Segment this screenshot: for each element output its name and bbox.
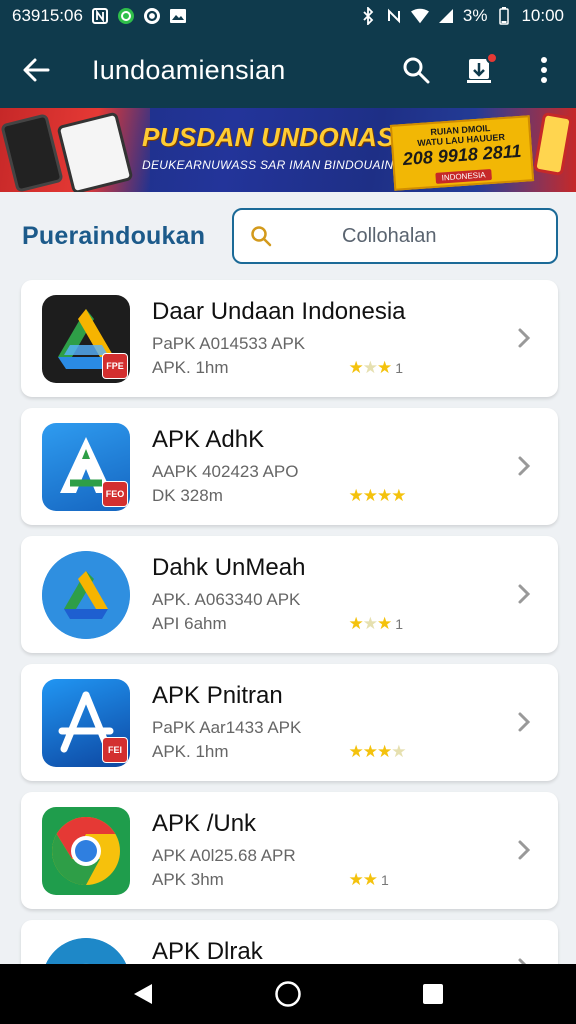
- a-blue-icon: FEO: [42, 422, 130, 511]
- cell-signal-icon: [437, 7, 455, 25]
- status-time-right: 10:00: [521, 6, 564, 25]
- app-size: APK. 1hm: [152, 741, 229, 761]
- rating-extra: 1: [395, 615, 403, 632]
- star-rating: ★★★ 1: [348, 357, 403, 378]
- chevron-right-icon[interactable]: [504, 318, 544, 358]
- drive-dark-icon: FPE: [42, 294, 130, 383]
- star-icon: ★: [376, 741, 392, 761]
- notification-dot: [486, 52, 498, 64]
- app-card[interactable]: Dahk UnMeah APK. A063340 APK API 6ahm ★★…: [21, 536, 558, 653]
- search-field-icon: [234, 210, 288, 262]
- package-badge: FPE: [102, 352, 128, 379]
- star-icon: ★: [391, 485, 406, 505]
- star-icon: ★: [348, 485, 363, 505]
- page-title: Iundoamiensian: [92, 54, 286, 85]
- star-icon: ★: [376, 485, 392, 505]
- package-badge: FEI: [102, 736, 128, 763]
- overflow-menu-button[interactable]: [512, 32, 576, 108]
- system-nav-bar: [0, 964, 576, 1024]
- star-icon: ★: [362, 741, 378, 761]
- app-bar: Iundoamiensian: [0, 32, 576, 108]
- triangle-back-icon: [133, 984, 152, 1004]
- star-rating: ★★★★: [348, 741, 406, 762]
- notification-chat-icon: [117, 7, 135, 25]
- search-box[interactable]: [232, 208, 558, 264]
- app-size: API 6ahm: [152, 613, 227, 633]
- app-name: Dahk UnMeah: [152, 553, 306, 581]
- app-package: APK. A063340 APK: [152, 589, 301, 609]
- star-icon: ★: [376, 613, 392, 633]
- app-size: APK. 1hm: [152, 357, 229, 377]
- app-name: Daar Undaan Indonesia: [152, 297, 406, 325]
- chrome-icon: [42, 806, 130, 895]
- notification-n-icon: [91, 7, 109, 25]
- star-icon: ★: [348, 613, 363, 633]
- app-size: DK 328m: [152, 485, 223, 505]
- wifi-signal-icon: [410, 7, 429, 25]
- star-rating: ★★★ 1: [348, 613, 403, 634]
- nfc-icon: [385, 7, 403, 25]
- notification-sync-icon: [143, 7, 161, 25]
- square-recents-icon: [423, 984, 444, 1004]
- promo-banner[interactable]: PUSDAN UNDONASIA DEUKEARNUWASS SAR IMAN …: [0, 108, 576, 192]
- status-time-left: 63915:06: [12, 6, 83, 25]
- app-card[interactable]: FPE Daar Undaan Indonesia PaPK A014533 A…: [21, 280, 558, 397]
- chevron-right-icon[interactable]: [504, 702, 544, 742]
- star-empty-icon: ★: [391, 741, 406, 761]
- app-name: APK Dlrak: [152, 938, 263, 965]
- chevron-right-icon[interactable]: [504, 446, 544, 486]
- rating-extra: 1: [380, 871, 389, 888]
- banner-subtitle: DEUKEARNUWASS SAR IMAN BINDOUAINI: [142, 158, 398, 172]
- app-package: PaPK Aar1433 APK: [152, 717, 302, 737]
- app-package: APK A0l25.68 APR: [152, 845, 296, 865]
- search-input[interactable]: [288, 224, 518, 248]
- app-card[interactable]: FEO APK AdhK AAPK 402423 APO DK 328m ★★★…: [21, 408, 558, 525]
- app-card[interactable]: APK /Unk APK A0l25.68 APR APK 3hm ★★ 1: [21, 792, 558, 909]
- battery-percent: 3%: [462, 6, 488, 25]
- banner-title: PUSDAN UNDONASIA: [142, 122, 422, 152]
- more-vert-icon: [541, 57, 547, 83]
- star-icon: ★: [348, 357, 363, 377]
- back-button[interactable]: [0, 32, 72, 108]
- rating-extra: 1: [395, 359, 403, 376]
- chevron-right-icon[interactable]: [504, 574, 544, 614]
- arrow-back-icon: [23, 58, 50, 82]
- nav-home-button[interactable]: [258, 964, 318, 1024]
- search-icon: [403, 57, 430, 84]
- bluetooth-icon: [359, 7, 377, 25]
- app-card[interactable]: FEI APK Pnitran PaPK Aar1433 APK APK. 1h…: [21, 664, 558, 781]
- app-size: APK 3hm: [152, 869, 224, 889]
- circle-home-icon: [275, 981, 301, 1007]
- app-name: APK Pnitran: [152, 681, 283, 709]
- chevron-right-icon[interactable]: [504, 830, 544, 870]
- star-icon: ★: [376, 357, 392, 377]
- drive-circle-icon: [42, 550, 130, 639]
- app-name: APK /Unk: [152, 809, 257, 837]
- app-list: FPE Daar Undaan Indonesia PaPK A014533 A…: [21, 280, 558, 1024]
- badge-tag: INDONESIA: [435, 169, 492, 184]
- star-icon: ★: [348, 741, 363, 761]
- star-icon: ★: [348, 869, 363, 889]
- star-empty-icon: ★: [362, 613, 378, 633]
- app-package: AAPK 402423 APO: [152, 461, 299, 481]
- app-package: PaPK A014533 APK: [152, 333, 306, 353]
- section-title: Pueraindoukan: [22, 222, 206, 250]
- nav-back-button[interactable]: [113, 964, 173, 1024]
- notification-image-icon: [169, 7, 187, 25]
- appstore-icon: FEI: [42, 678, 130, 767]
- star-rating: ★★ 1: [348, 869, 389, 890]
- star-icon: ★: [362, 485, 378, 505]
- star-rating: ★★★★: [348, 485, 406, 506]
- banner-badge: RUIAN DMOIL WATU LAU HAUUER 208 9918 281…: [389, 115, 535, 191]
- package-badge: FEO: [102, 480, 128, 507]
- app-name: APK AdhK: [152, 425, 265, 453]
- status-bar: 63915:06 3% 10:00: [0, 0, 576, 32]
- star-empty-icon: ★: [362, 357, 378, 377]
- star-icon: ★: [362, 869, 378, 889]
- nav-recents-button[interactable]: [403, 964, 463, 1024]
- downloads-button[interactable]: [448, 32, 512, 108]
- battery-icon: [495, 7, 513, 25]
- search-button[interactable]: [384, 32, 448, 108]
